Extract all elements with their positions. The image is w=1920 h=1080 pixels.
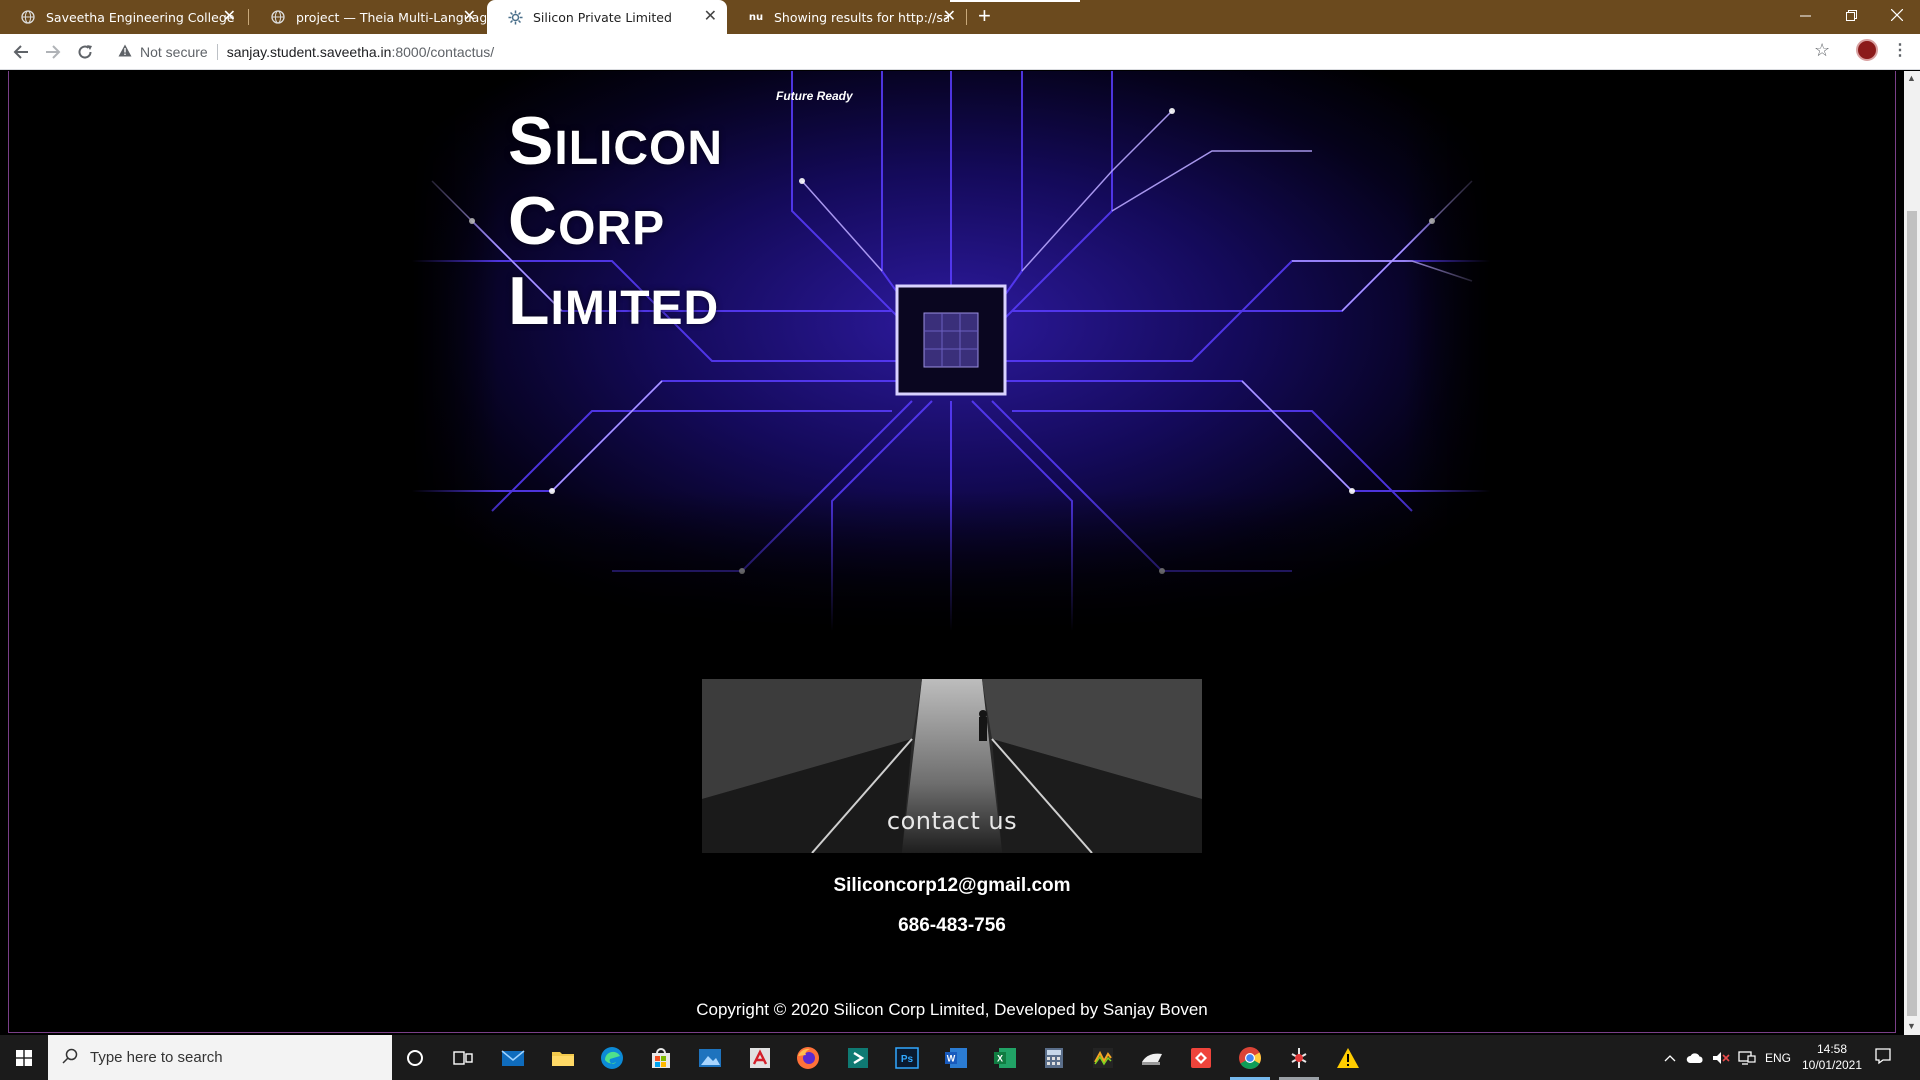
restore-window-icon[interactable] [1828,0,1874,30]
winamp-icon[interactable] [1088,1043,1118,1073]
profile-avatar[interactable] [1856,39,1878,61]
tab-theia-project[interactable]: project — Theia Multi-Language ✕ [250,0,486,34]
language-indicator[interactable]: ENG [1765,1035,1791,1080]
contact-us-banner: contact us [702,679,1202,853]
photoshop-icon[interactable]: Ps [892,1043,922,1073]
show-hidden-icons[interactable] [1664,1035,1676,1080]
calculator-icon[interactable] [1039,1043,1069,1073]
hero-tagline: Future Ready [776,89,853,103]
tab-title: Showing results for http://sanjay [774,9,949,25]
scroll-up-arrow-icon[interactable]: ▲ [1907,73,1916,83]
gear-favicon-icon [507,9,523,25]
chrome-icon[interactable] [1235,1043,1265,1073]
globe-icon [20,9,36,25]
scroll-down-arrow-icon[interactable]: ▼ [1907,1021,1916,1031]
reload-icon[interactable] [74,41,96,63]
globe-icon [270,9,286,25]
search-icon [62,1048,78,1068]
bookmark-star-icon[interactable]: ☆ [1814,40,1830,61]
close-tab-icon[interactable]: ✕ [943,8,956,24]
warning-triangle-icon[interactable] [118,44,132,60]
git-tool-icon[interactable] [1284,1043,1314,1073]
footer-copyright: Copyright © 2020 Silicon Corp Limited, D… [696,1000,1208,1019]
tab-divider [248,9,249,25]
nu-favicon-icon: nu [748,11,764,23]
edge-browser-icon[interactable] [597,1043,627,1073]
contact-email[interactable]: Siliconcorp12@gmail.com [0,875,1904,897]
back-arrow-icon[interactable] [10,41,32,63]
minimize-window-icon[interactable] [1782,0,1828,30]
cortana-icon[interactable] [400,1043,430,1073]
photos-icon[interactable] [695,1043,725,1073]
page-viewport: Future Ready Silicon Corp Limited contac… [0,71,1904,1035]
store-icon[interactable] [646,1043,676,1073]
svg-text:W: W [947,1054,956,1064]
hero-title-line: Corp [508,183,666,259]
new-tab-button[interactable]: + [978,5,991,27]
anydesk-icon[interactable] [1186,1043,1216,1073]
excel-icon[interactable]: X [990,1043,1020,1073]
tab-strip: Saveetha Engineering College ✕ project —… [0,0,1920,34]
mail-icon[interactable] [498,1043,528,1073]
task-view-icon[interactable] [448,1043,478,1073]
tab-title: project — Theia Multi-Language [296,9,486,25]
url-path: :8000/contactus/ [391,44,495,60]
start-button[interactable] [0,1035,48,1080]
security-status-label[interactable]: Not secure [140,44,208,60]
tab-divider [966,9,967,25]
browser-menu-icon[interactable]: ⋮ [1892,40,1908,60]
hero-title-line: Silicon [508,103,724,179]
hero-banner: Future Ready Silicon Corp Limited [412,71,1490,631]
url-host: sanjay.student.saveetha.in [226,44,392,60]
sway-icon[interactable] [843,1043,873,1073]
page-scrollbar[interactable]: ▲ ▼ [1904,71,1920,1035]
hero-title: Silicon Corp Limited [508,101,723,341]
clock-time: 14:58 [1816,1042,1848,1056]
close-window-icon[interactable] [1874,0,1920,30]
hero-title-line: Limited [508,263,720,339]
scrollbar-thumb[interactable] [1907,211,1917,1016]
onedrive-cloud-icon[interactable] [1686,1035,1704,1080]
media-indicator [950,0,1080,2]
tab-saveetha[interactable]: Saveetha Engineering College ✕ [0,0,246,34]
warning-app-icon[interactable] [1333,1043,1363,1073]
word-icon[interactable]: W [941,1043,971,1073]
search-placeholder: Type here to search [90,1049,223,1066]
address-bar[interactable]: Not secure sanjay.student.saveetha.in:80… [108,39,1838,65]
tab-search-results[interactable]: nu Showing results for http://sanjay ✕ [728,0,966,34]
windows-logo-icon [16,1049,32,1066]
taskbar-search-box[interactable]: Type here to search [48,1035,392,1080]
browser-toolbar: Not secure sanjay.student.saveetha.in:80… [0,34,1920,70]
contact-us-label: contact us [886,807,1018,835]
action-center-icon[interactable] [1874,1047,1892,1070]
network-icon[interactable] [1738,1035,1756,1080]
contact-phone: 686-483-756 [898,915,1006,936]
typing-app-icon[interactable] [1137,1043,1167,1073]
firefox-icon[interactable] [793,1043,823,1073]
windows-taskbar: Type here to search Ps W X ENG 14:58 10/… [0,1035,1920,1080]
svg-text:Ps: Ps [901,1054,914,1065]
close-tab-icon[interactable]: ✕ [704,8,717,24]
address-divider [216,44,218,60]
tab-title: Saveetha Engineering College [46,9,235,25]
close-tab-icon[interactable]: ✕ [223,8,236,24]
forward-arrow-icon[interactable] [42,41,64,63]
acrobat-icon[interactable] [745,1043,775,1073]
file-explorer-icon[interactable] [548,1043,578,1073]
tab-silicon-private-limited[interactable]: Silicon Private Limited ✕ [487,0,727,34]
taskbar-clock[interactable]: 14:58 10/01/2021 [1794,1041,1870,1073]
svg-text:X: X [997,1054,1003,1064]
tab-title: Silicon Private Limited [533,9,672,25]
close-tab-icon[interactable]: ✕ [463,8,476,24]
clock-date: 10/01/2021 [1801,1058,1863,1072]
volume-muted-icon[interactable] [1712,1035,1730,1080]
